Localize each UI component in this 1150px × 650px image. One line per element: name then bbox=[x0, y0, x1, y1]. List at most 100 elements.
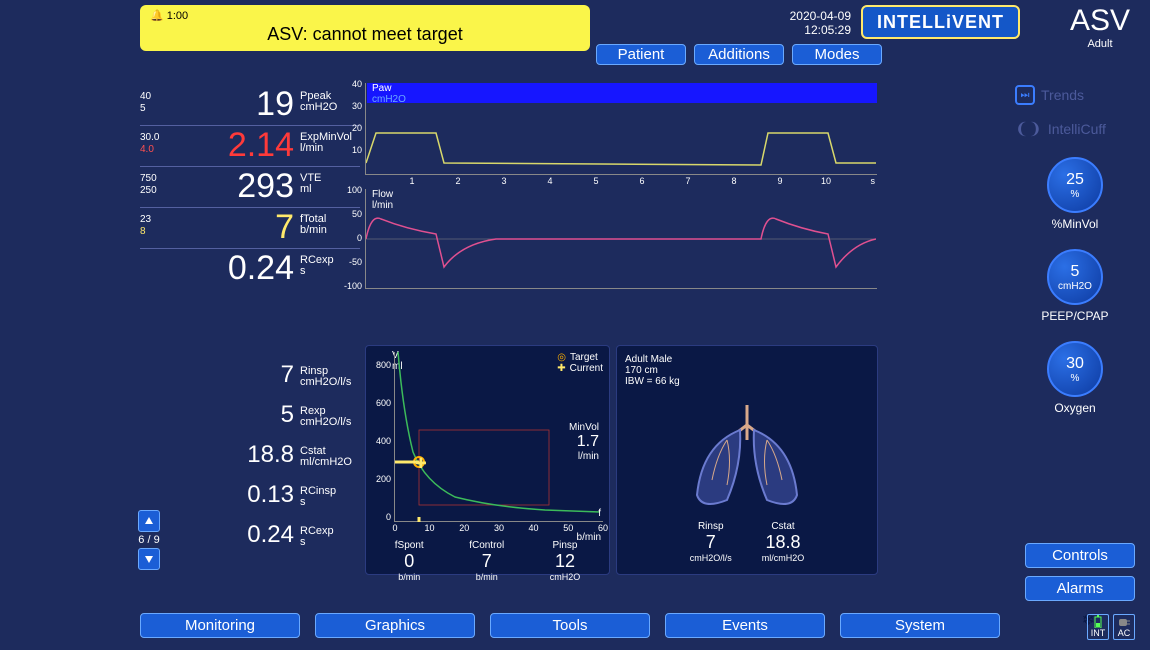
paw-waveform[interactable]: PawcmH2O 40 30 20 10 1 2 3 4 5 6 7 8 9 1… bbox=[365, 83, 877, 175]
page-indicator: 6 / 9 bbox=[138, 534, 159, 546]
paw-trace bbox=[366, 83, 876, 175]
setting-dial[interactable]: 25% bbox=[1047, 157, 1103, 213]
alarm-time: 🔔 1:00 bbox=[150, 9, 580, 22]
param-row[interactable]: 7 RinspcmH2O/l/s bbox=[140, 355, 360, 395]
param-label: VTEml bbox=[294, 169, 321, 195]
param-value: 0.13 bbox=[174, 478, 294, 512]
param-row[interactable]: 750250 293 VTEml bbox=[140, 167, 360, 208]
lung-panel[interactable]: Adult Male 170 cm IBW = 66 kg Rinsp7cmH2… bbox=[616, 345, 878, 575]
page-up-button[interactable] bbox=[138, 510, 160, 532]
param-limits: 405 bbox=[140, 87, 174, 115]
params-secondary: 7 RinspcmH2O/l/s 5 RexpcmH2O/l/s 18.8 Cs… bbox=[140, 355, 360, 555]
asv-minvol-value: 1.7 bbox=[569, 433, 599, 451]
param-limits: 750250 bbox=[140, 169, 174, 197]
param-value: 7 bbox=[174, 210, 294, 244]
alarm-message: ASV: cannot meet target bbox=[150, 24, 580, 45]
param-value: 2.14 bbox=[174, 128, 294, 162]
param-label: Cstatml/cmH2O bbox=[294, 442, 352, 468]
nav-system[interactable]: System bbox=[840, 613, 1000, 638]
setting-dial[interactable]: 30% bbox=[1047, 341, 1103, 397]
param-label: fTotalb/min bbox=[294, 210, 327, 236]
alarms-button[interactable]: Alarms bbox=[1025, 576, 1135, 601]
param-value: 0.24 bbox=[174, 251, 294, 285]
param-label: PpeakcmH2O bbox=[294, 87, 337, 113]
patient-gender: Adult Male bbox=[625, 354, 869, 365]
dial-label: %MinVol bbox=[1015, 217, 1135, 231]
patient-ibw: IBW = 66 kg bbox=[625, 376, 869, 387]
plug-icon bbox=[1117, 615, 1131, 628]
waveform-panel: PawcmH2O 40 30 20 10 1 2 3 4 5 6 7 8 9 1… bbox=[365, 83, 877, 293]
date: 2020-04-09 bbox=[790, 9, 851, 23]
param-row[interactable]: 0.24 RCexps bbox=[140, 515, 360, 555]
param-limits: 30.04.0 bbox=[140, 128, 174, 156]
param-row[interactable]: 238 7 fTotalb/min bbox=[140, 208, 360, 249]
dial-label: Oxygen bbox=[1015, 401, 1135, 415]
param-value: 0.24 bbox=[174, 518, 294, 552]
mode-indicator: ASV Adult bbox=[1070, 4, 1130, 50]
setting-dial-block: 25% %MinVol bbox=[1015, 157, 1135, 231]
asv-safety-box bbox=[419, 430, 549, 505]
nav-events[interactable]: Events bbox=[665, 613, 825, 638]
param-limits bbox=[140, 251, 174, 255]
alarm-banner[interactable]: 🔔 1:00 ASV: cannot meet target bbox=[140, 5, 590, 51]
param-value: 7 bbox=[174, 358, 294, 392]
flow-trace bbox=[366, 189, 876, 289]
setting-dial[interactable]: 5cmH2O bbox=[1047, 249, 1103, 305]
asv-value: fControl7b/min bbox=[469, 540, 504, 582]
asv-value: Pinsp12cmH2O bbox=[550, 540, 581, 582]
modes-button[interactable]: Modes bbox=[792, 44, 882, 65]
intellivent-button[interactable]: INTELLiVENT bbox=[861, 5, 1020, 39]
asv-xlabel: f bbox=[598, 508, 601, 519]
asv-xunit: b/min bbox=[577, 532, 601, 543]
asv-chart: 800 600 400 200 0 ✚ MinVol 1.7 l/min f b… bbox=[394, 352, 603, 522]
lung-value: Rinsp7cmH2O/l/s bbox=[690, 521, 732, 563]
trends-icon: ⏭ bbox=[1015, 85, 1035, 105]
param-label: RCexps bbox=[294, 251, 334, 277]
param-row[interactable]: 405 19 PpeakcmH2O bbox=[140, 85, 360, 126]
param-row[interactable]: 0.13 RCinsps bbox=[140, 475, 360, 515]
page-down-button[interactable] bbox=[138, 548, 160, 570]
setting-dial-block: 30% Oxygen bbox=[1015, 341, 1135, 415]
param-label: RexpcmH2O/l/s bbox=[294, 402, 351, 428]
asv-graph-panel[interactable]: V ml ◎Target ✚Current 800 600 400 200 0 … bbox=[365, 345, 610, 575]
nav-tools[interactable]: Tools bbox=[490, 613, 650, 638]
param-row[interactable]: 18.8 Cstatml/cmH2O bbox=[140, 435, 360, 475]
lung-value: Cstat18.8ml/cmH2O bbox=[762, 521, 805, 563]
param-value: 293 bbox=[174, 169, 294, 203]
params-primary: 405 19 PpeakcmH2O30.04.0 2.14 ExpMinVoll… bbox=[140, 85, 360, 289]
patient-button[interactable]: Patient bbox=[596, 44, 686, 65]
param-limits: 238 bbox=[140, 210, 174, 238]
param-row[interactable]: 5 RexpcmH2O/l/s bbox=[140, 395, 360, 435]
paw-xunit: s bbox=[871, 176, 876, 186]
controls-button[interactable]: Controls bbox=[1025, 543, 1135, 568]
dial-label: PEEP/CPAP bbox=[1015, 309, 1135, 323]
patient-height: 170 cm bbox=[625, 365, 869, 376]
additions-button[interactable]: Additions bbox=[694, 44, 784, 65]
param-row[interactable]: 0.24 RCexps bbox=[140, 249, 360, 289]
time: 12:05:29 bbox=[790, 23, 851, 37]
battery-status: INT bbox=[1087, 614, 1109, 640]
chevron-up-icon bbox=[144, 516, 154, 526]
param-label: RinspcmH2O/l/s bbox=[294, 362, 351, 388]
flow-waveform[interactable]: Flowl/min 100 50 0 -50 -100 bbox=[365, 189, 877, 289]
param-value: 5 bbox=[174, 398, 294, 432]
lung-icon bbox=[672, 395, 822, 515]
param-value: 18.8 bbox=[174, 438, 294, 472]
asv-value: fSpont0b/min bbox=[395, 540, 424, 582]
asv-minvol-label: MinVol bbox=[569, 422, 599, 433]
cuff-icon: ❨❩ bbox=[1015, 119, 1042, 139]
nav-monitoring[interactable]: Monitoring bbox=[140, 613, 300, 638]
mode-name: ASV bbox=[1070, 4, 1130, 38]
param-label: RCexps bbox=[294, 522, 334, 548]
patient-type: Adult bbox=[1070, 38, 1130, 50]
param-row[interactable]: 30.04.0 2.14 ExpMinVoll/min bbox=[140, 126, 360, 167]
battery-icon bbox=[1094, 615, 1102, 628]
param-label: RCinsps bbox=[294, 482, 336, 508]
nav-graphics[interactable]: Graphics bbox=[315, 613, 475, 638]
chevron-down-icon bbox=[144, 554, 154, 564]
trends-tab[interactable]: ⏭ Trends bbox=[1015, 85, 1135, 105]
ac-status: AC bbox=[1113, 614, 1135, 640]
param-value: 19 bbox=[174, 87, 294, 121]
setting-dial-block: 5cmH2O PEEP/CPAP bbox=[1015, 249, 1135, 323]
intellicuff-tab[interactable]: ❨❩ IntelliCuff bbox=[1015, 119, 1135, 139]
